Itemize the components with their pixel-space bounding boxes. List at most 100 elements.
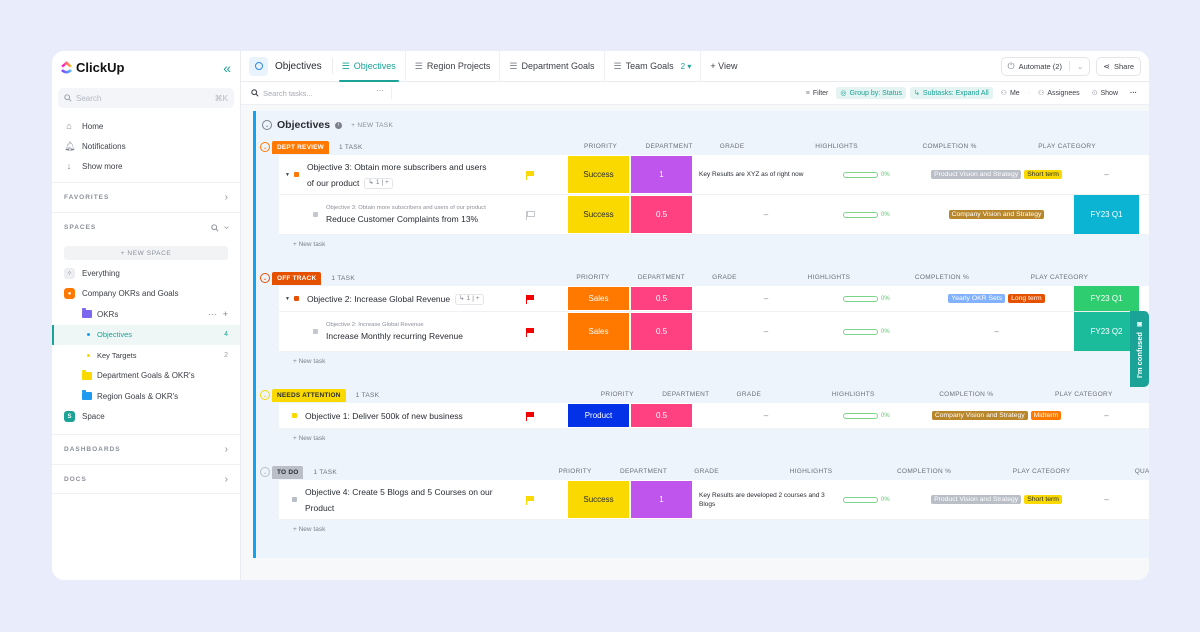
play-category-cell[interactable]: Product Vision and Strategy Short term <box>919 480 1074 519</box>
subtask-count-chip[interactable]: ↳ 1 | + <box>364 177 393 189</box>
parent-task-ref[interactable]: Objective 3: Obtain more subscribers and… <box>326 205 493 212</box>
assignees-button[interactable]: ⚇ Assignees <box>1034 87 1084 99</box>
collapse-sidebar-icon[interactable]: « <box>223 60 231 76</box>
subtasks-button[interactable]: ↳ Subtasks: Expand All <box>910 87 993 99</box>
collapse-group-icon[interactable]: ⌄ <box>260 467 270 477</box>
docs-section[interactable]: DOCS › <box>52 464 240 494</box>
column-header-grade[interactable]: GRADE <box>701 143 764 150</box>
column-header-grade[interactable]: GRADE <box>675 468 738 475</box>
highlights-cell[interactable]: – <box>693 403 839 428</box>
column-header-completion[interactable]: COMPLETION % <box>902 274 982 281</box>
status-badge[interactable]: TO DO <box>272 465 304 479</box>
subtask-row[interactable]: Objective 2: Increase Global Revenue Incr… <box>279 312 1149 352</box>
highlights-cell[interactable]: Key Results are developed 2 courses and … <box>693 480 839 519</box>
info-icon[interactable]: i <box>335 121 343 129</box>
collapse-group-icon[interactable]: ⌄ <box>260 390 270 400</box>
task-row[interactable]: Objective 1: Deliver 500k of new busines… <box>279 403 1149 429</box>
tree-folder-department-goals[interactable]: Department Goals & OKR's <box>52 366 240 387</box>
play-category-cell[interactable]: Product Vision and Strategy Short term <box>919 155 1074 194</box>
priority-cell[interactable] <box>493 480 567 519</box>
task-name-cell[interactable]: ▼ Objective 3: Obtain more subscribers an… <box>279 155 493 194</box>
column-header-play-category[interactable]: PLAY CATEGORY <box>990 143 1145 150</box>
quarter-cell[interactable]: FY23 Q1 <box>1074 195 1139 234</box>
tab-department-goals[interactable]: ☰ Department Goals <box>500 51 605 82</box>
column-header-completion[interactable]: COMPLETION % <box>926 391 1006 398</box>
play-category-tag[interactable]: Yearly OKR Sets <box>948 294 1006 303</box>
grade-cell[interactable]: 1 <box>630 155 693 194</box>
expand-subtasks-icon[interactable]: ▼ <box>285 167 290 183</box>
task-name-cell[interactable]: Objective 2: Increase Global Revenue Incr… <box>279 312 493 351</box>
play-category-cell[interactable]: Company Vision and Strategy Midterm <box>919 403 1074 428</box>
play-category-cell[interactable]: – <box>919 312 1074 351</box>
grade-cell[interactable]: 1 <box>630 480 693 519</box>
play-category-tag[interactable]: Long term <box>1008 294 1045 303</box>
task-name-cell[interactable]: Objective 1: Deliver 500k of new busines… <box>279 403 493 428</box>
column-header-department[interactable]: DEPARTMENT <box>638 143 701 150</box>
column-header-grade[interactable]: GRADE <box>717 391 780 398</box>
new-space-button[interactable]: + NEW SPACE <box>64 246 228 260</box>
page-title-chip[interactable]: Objectives <box>249 56 333 76</box>
highlights-cell[interactable]: – <box>693 312 839 351</box>
search-tasks-input[interactable]: Search tasks... <box>251 89 376 98</box>
task-row[interactable]: ▼ Objective 3: Obtain more subscribers an… <box>279 155 1149 195</box>
play-category-tag[interactable]: Company Vision and Strategy <box>948 210 1045 219</box>
add-view-button[interactable]: + View <box>701 51 746 82</box>
status-badge[interactable]: DEPT REVIEW <box>272 140 329 154</box>
column-header-play-category[interactable]: PLAY CATEGORY <box>982 274 1137 281</box>
play-category-tag[interactable]: Midterm <box>1030 411 1062 420</box>
quarter-cell[interactable]: FY23 Q1 <box>1074 286 1139 311</box>
subtask-status-icon[interactable] <box>313 329 318 334</box>
search-icon[interactable] <box>210 223 219 232</box>
quarter-cell[interactable]: – <box>1074 403 1139 428</box>
group-by-button[interactable]: ◎ Group by: Status <box>836 87 907 99</box>
play-category-cell[interactable]: Yearly OKR Sets Long term <box>919 286 1074 311</box>
feedback-tab[interactable]: I'm confused ◙ <box>1130 311 1149 387</box>
nav-show-more[interactable]: ↓ Show more <box>52 156 240 176</box>
expand-subtasks-icon[interactable]: ▼ <box>285 291 290 307</box>
parent-task-ref[interactable]: Objective 2: Increase Global Revenue <box>326 322 493 329</box>
task-row[interactable]: Objective 4: Create 5 Blogs and 5 Course… <box>279 480 1149 520</box>
column-header-department[interactable]: DEPARTMENT <box>630 274 693 281</box>
new-task-row-button[interactable]: + New task <box>293 429 1149 447</box>
column-header-highlights[interactable]: HIGHLIGHTS <box>780 391 926 398</box>
play-category-tag[interactable]: Company Vision and Strategy <box>931 411 1028 420</box>
more-icon[interactable]: ··· <box>1126 88 1141 99</box>
department-cell[interactable]: Sales <box>567 286 630 311</box>
subtask-name[interactable]: Increase Monthly recurring Revenue <box>326 331 493 341</box>
column-header-department[interactable]: DEPARTMENT <box>612 468 675 475</box>
column-header-completion[interactable]: COMPLETION % <box>884 468 964 475</box>
column-header-quarter[interactable]: QUARTER <box>1119 468 1149 475</box>
nav-home[interactable]: ⌂ Home <box>52 116 240 136</box>
priority-cell[interactable] <box>493 403 567 428</box>
tree-space-space[interactable]: S Space <box>52 407 240 428</box>
column-header-priority[interactable]: PRIORITY <box>556 274 630 281</box>
tree-list-key-targets[interactable]: Key Targets 2 <box>52 345 240 366</box>
tree-space-company-okrs[interactable]: ● Company OKRs and Goals <box>52 284 240 305</box>
completion-cell[interactable]: 0% <box>839 480 919 519</box>
column-header-quarter[interactable]: QUARTER <box>1145 143 1149 150</box>
collapse-group-icon[interactable]: ⌄ <box>260 273 270 283</box>
completion-cell[interactable]: 0% <box>839 195 919 234</box>
tree-folder-okrs[interactable]: OKRs ··· + <box>52 304 240 325</box>
play-category-tag[interactable]: Short term <box>1024 495 1062 504</box>
tab-objectives[interactable]: ☰ Objectives <box>333 51 406 82</box>
column-header-department[interactable]: DEPARTMENT <box>654 391 717 398</box>
add-subtask-icon[interactable]: | + <box>472 291 479 307</box>
me-button[interactable]: ⚇ Me <box>997 87 1024 99</box>
play-category-tag[interactable]: Product Vision and Strategy <box>931 495 1022 504</box>
column-header-grade[interactable]: GRADE <box>693 274 756 281</box>
new-task-button[interactable]: + NEW TASK <box>351 122 393 129</box>
task-status-icon[interactable] <box>292 497 297 502</box>
priority-cell[interactable] <box>493 195 567 234</box>
new-task-row-button[interactable]: + New task <box>293 235 1149 253</box>
task-name[interactable]: Objective 2: Increase Global Revenue <box>307 294 450 304</box>
grade-cell[interactable]: 0.5 <box>630 286 693 311</box>
filter-button[interactable]: ≡ Filter <box>802 88 833 99</box>
column-header-highlights[interactable]: HIGHLIGHTS <box>738 468 884 475</box>
grade-cell[interactable]: 0.5 <box>630 195 693 234</box>
tree-folder-region-goals[interactable]: Region Goals & OKR's <box>52 386 240 407</box>
clickup-logo[interactable]: ClickUp <box>60 60 124 75</box>
play-category-cell[interactable]: Company Vision and Strategy <box>919 195 1074 234</box>
nav-notifications[interactable]: 🔔︎ Notifications <box>52 136 240 156</box>
task-name-cell[interactable]: Objective 3: Obtain more subscribers and… <box>279 195 493 234</box>
